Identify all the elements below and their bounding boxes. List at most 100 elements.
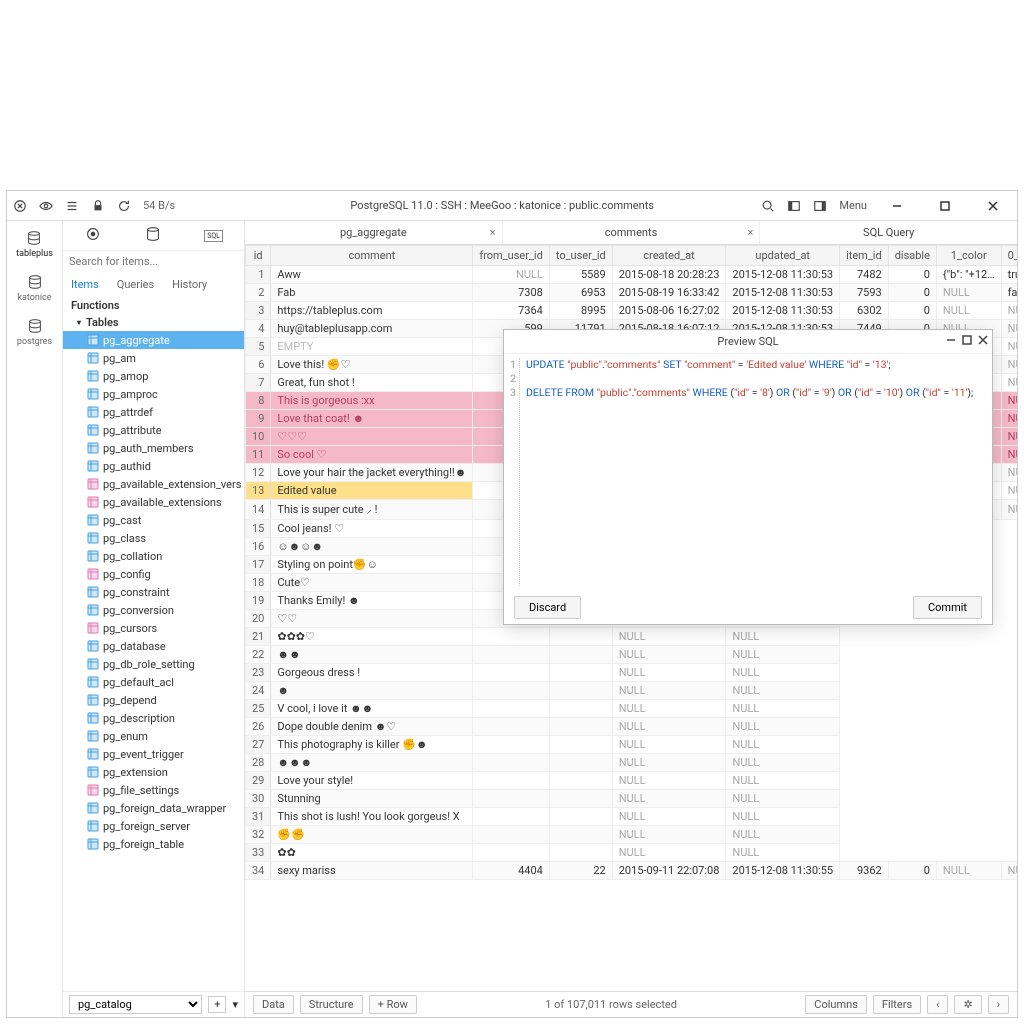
menu-label[interactable]: Menu [839,199,867,212]
table-row[interactable]: 3 https://tableplus.com 73648995 2015-08… [246,302,1018,320]
table-pg_enum[interactable]: pg_enum [63,727,244,745]
col-to_user_id[interactable]: to_user_id [549,246,612,266]
table-row[interactable]: 33 ✿✿ NULL NULL [246,844,1018,862]
table-row[interactable]: 27 This photography is killer ✊☻ NULL NU… [246,736,1018,754]
add-button[interactable]: + [208,996,226,1013]
eye-icon[interactable] [39,199,53,213]
table-row[interactable]: 31 This shot is lush! You look gorgeus! … [246,808,1018,826]
table-pg_cursors[interactable]: pg_cursors [63,619,244,637]
table-pg_available_extension_vers[interactable]: pg_available_extension_vers [63,475,244,493]
table-row[interactable]: 24 ☻ NULL NULL [246,682,1018,700]
col-comment[interactable]: comment [271,246,473,266]
window-minimize-button[interactable] [879,195,915,217]
tables-icon[interactable] [144,225,162,246]
table-row[interactable]: 23 Gorgeous dress ! NULL NULL [246,664,1018,682]
table-pg_extension[interactable]: pg_extension [63,763,244,781]
table-pg_authid[interactable]: pg_authid [63,457,244,475]
tab-SQL Query[interactable]: SQL Query [760,221,1017,244]
table-pg_class[interactable]: pg_class [63,529,244,547]
table-row[interactable]: 32 ✊✊ NULL NULL [246,826,1018,844]
chevron-down-icon[interactable]: ▾ [232,998,238,1011]
table-pg_available_extensions[interactable]: pg_available_extensions [63,493,244,511]
table-pg_description[interactable]: pg_description [63,709,244,727]
tables-header[interactable]: Tables [63,314,244,331]
table-pg_default_acl[interactable]: pg_default_acl [63,673,244,691]
table-pg_file_settings[interactable]: pg_file_settings [63,781,244,799]
table-row[interactable]: 26 Dope double denim ☻♡ NULL NULL [246,718,1018,736]
sql-icon[interactable]: SQL [204,230,223,242]
table-pg_foreign_server[interactable]: pg_foreign_server [63,817,244,835]
table-pg_database[interactable]: pg_database [63,637,244,655]
col-1_color[interactable]: 1_color [936,246,1001,266]
table-pg_collation[interactable]: pg_collation [63,547,244,565]
sql-preview[interactable]: UPDATE "public"."comments" SET "comment"… [520,358,990,586]
table-pg_attrdef[interactable]: pg_attrdef [63,403,244,421]
rail-postgres[interactable]: postgres [17,317,52,347]
table-pg_cast[interactable]: pg_cast [63,511,244,529]
filters-button[interactable]: Filters [873,995,921,1014]
close-icon[interactable]: × [490,226,496,239]
columns-button[interactable]: Columns [805,995,867,1014]
col-item_id[interactable]: item_id [840,246,889,266]
tab-queries[interactable]: Queries [117,278,154,291]
table-pg_auth_members[interactable]: pg_auth_members [63,439,244,457]
table-row[interactable]: 22 ☻☻ NULL NULL [246,646,1018,664]
window-maximize-button[interactable] [927,195,963,217]
tab-comments[interactable]: comments× [503,221,761,244]
table-pg_amproc[interactable]: pg_amproc [63,385,244,403]
table-row[interactable]: 28 ☻☻☻ NULL NULL [246,754,1018,772]
lock-icon[interactable] [91,199,105,213]
data-tab[interactable]: Data [253,995,294,1014]
refresh-icon[interactable] [117,199,131,213]
next-page-button[interactable]: › [988,995,1009,1014]
functions-header[interactable]: Functions [63,297,244,314]
search-input[interactable] [63,251,244,272]
window-close-button[interactable] [975,195,1011,217]
table-pg_attribute[interactable]: pg_attribute [63,421,244,439]
table-pg_foreign_data_wrapper[interactable]: pg_foreign_data_wrapper [63,799,244,817]
table-pg_aggregate[interactable]: pg_aggregate [63,331,244,349]
close-circle-icon[interactable] [13,199,27,213]
col-disable[interactable]: disable [888,246,936,266]
table-pg_conversion[interactable]: pg_conversion [63,601,244,619]
table-row[interactable]: 29 Love your style! NULL NULL [246,772,1018,790]
list-icon[interactable] [65,199,79,213]
discard-button[interactable]: Discard [514,596,581,619]
table-row[interactable]: 25 V cool, i love it ☻☻ NULL NULL [246,700,1018,718]
table-pg_amop[interactable]: pg_amop [63,367,244,385]
structure-tab[interactable]: Structure [300,995,363,1014]
table-pg_am[interactable]: pg_am [63,349,244,367]
dialog-minimize-button[interactable] [946,335,956,348]
table-pg_config[interactable]: pg_config [63,565,244,583]
col-created_at[interactable]: created_at [612,246,726,266]
col-0_colorss[interactable]: 0_colorss [1001,246,1017,266]
col-updated_at[interactable]: updated_at [726,246,840,266]
table-pg_depend[interactable]: pg_depend [63,691,244,709]
commit-button[interactable]: Commit [913,596,982,619]
settings-icon[interactable]: ✲ [954,995,981,1014]
table-row[interactable]: 30 Stunning NULL NULL [246,790,1018,808]
col-from_user_id[interactable]: from_user_id [473,246,549,266]
dialog-maximize-button[interactable] [962,335,972,348]
close-icon[interactable]: × [747,226,753,239]
col-id[interactable]: id [246,246,271,266]
search-icon[interactable] [761,199,775,213]
prev-page-button[interactable]: ‹ [927,995,948,1014]
table-pg_foreign_table[interactable]: pg_foreign_table [63,835,244,853]
layout-left-icon[interactable] [787,199,801,213]
table-pg_constraint[interactable]: pg_constraint [63,583,244,601]
schema-select[interactable]: pg_catalog [69,995,202,1014]
tab-items[interactable]: Items [71,278,99,291]
db-icon[interactable] [84,225,102,246]
table-pg_event_trigger[interactable]: pg_event_trigger [63,745,244,763]
tab-history[interactable]: History [172,278,207,291]
table-row[interactable]: 1 Aww NULL5589 2015-08-18 20:28:23 2015-… [246,266,1018,284]
rail-katonice[interactable]: katonice [17,273,51,303]
rail-tableplus[interactable]: tableplus [16,229,53,259]
table-row[interactable]: 21 ✿✿✿♡ NULL NULL [246,628,1018,646]
add-row-button[interactable]: + Row [369,995,417,1014]
layout-right-icon[interactable] [813,199,827,213]
table-row[interactable]: 2 Fab 73086953 2015-08-19 16:33:42 2015-… [246,284,1018,302]
table-row[interactable]: 34 sexy mariss 440422 2015-09-11 22:07:0… [246,862,1018,880]
table-pg_db_role_setting[interactable]: pg_db_role_setting [63,655,244,673]
